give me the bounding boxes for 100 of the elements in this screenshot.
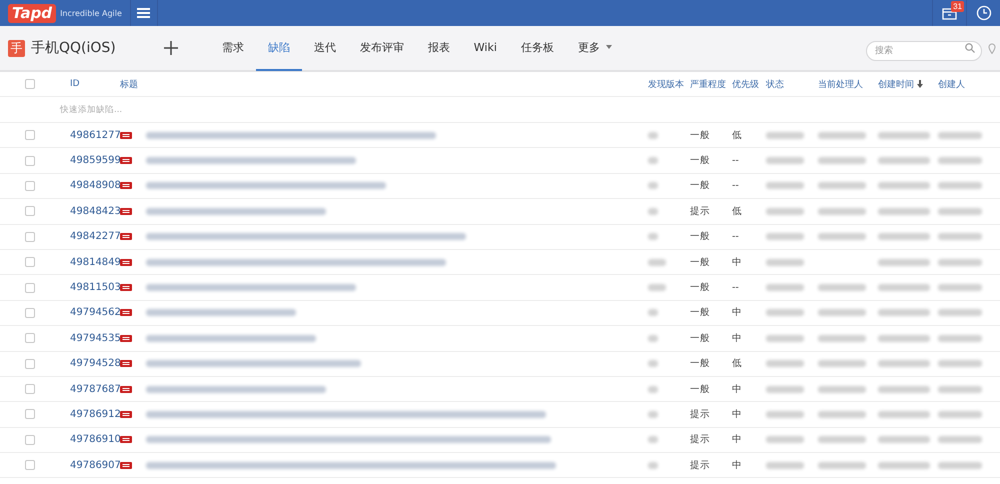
- priority-cell-text: 中: [732, 458, 743, 472]
- nav-tab[interactable]: Wiki: [462, 25, 509, 71]
- severity-cell-text: 一般: [690, 357, 711, 370]
- blurred-creator: [938, 233, 982, 240]
- table-row[interactable]: 49861277 一般 低: [0, 123, 1000, 148]
- blurred-handler: [818, 233, 866, 240]
- row-checkbox[interactable]: [25, 384, 35, 394]
- column-header[interactable]: 发现版本: [648, 78, 690, 90]
- bug-id[interactable]: 49794528: [70, 358, 120, 370]
- blurred-date: [878, 182, 930, 190]
- table-row[interactable]: 49848423 提示 低: [0, 199, 1000, 225]
- row-checkbox[interactable]: [25, 180, 35, 191]
- column-header[interactable]: 严重程度: [690, 78, 732, 90]
- row-checkbox[interactable]: [25, 409, 35, 420]
- bug-id[interactable]: 49848423: [70, 206, 120, 217]
- row-checkbox[interactable]: [25, 460, 35, 470]
- blurred-date: [878, 462, 930, 469]
- column-header[interactable]: ID: [70, 79, 120, 89]
- row-checkbox[interactable]: [25, 308, 35, 318]
- column-header[interactable]: 状态: [766, 78, 818, 90]
- blurred-creator: [938, 208, 982, 215]
- column-header[interactable]: 创建时间: [878, 78, 938, 90]
- priority-cell-text: --: [732, 155, 740, 166]
- blurred-status: [766, 208, 804, 215]
- table-row[interactable]: 49848908 一般 --: [0, 174, 1000, 200]
- blurred-creator: [938, 360, 982, 368]
- row-checkbox[interactable]: [25, 434, 35, 445]
- bug-tag-icon: [120, 410, 132, 418]
- severity-cell-text: 一般: [690, 306, 711, 320]
- menu-icon: [137, 8, 150, 18]
- search-field[interactable]: 搜索: [866, 41, 982, 61]
- select-all-checkbox[interactable]: [25, 79, 35, 89]
- row-checkbox[interactable]: [25, 257, 35, 268]
- nav-tab[interactable]: 更多: [566, 25, 624, 71]
- add-button[interactable]: [162, 39, 180, 57]
- severity-cell-text: 一般: [690, 128, 711, 142]
- table-row[interactable]: 49794535 一般 中: [0, 326, 1000, 352]
- blurred-status: [766, 132, 804, 139]
- table-row[interactable]: 49786912 提示 中: [0, 402, 1000, 428]
- bug-id[interactable]: 49811503: [70, 282, 120, 294]
- column-header[interactable]: 标题: [120, 78, 648, 90]
- blurred-version: [648, 157, 658, 164]
- logo: Tapd: [8, 4, 56, 22]
- bug-tag-icon: [120, 284, 132, 292]
- bug-id[interactable]: 49786907: [70, 460, 120, 471]
- nav-tab[interactable]: 缺陷: [256, 25, 302, 71]
- table-row[interactable]: 49842277 一般 --: [0, 224, 1000, 250]
- bug-tag-icon: [120, 182, 132, 190]
- row-checkbox[interactable]: [25, 232, 35, 242]
- table-row[interactable]: 49786910 提示 中: [0, 428, 1000, 454]
- bug-tag-icon: [120, 334, 132, 342]
- bug-id[interactable]: 49848908: [70, 180, 120, 192]
- severity-cell-text: 一般: [690, 256, 711, 269]
- row-checkbox[interactable]: [25, 358, 35, 369]
- table-row[interactable]: 49811503 一般 --: [0, 275, 1000, 301]
- row-checkbox[interactable]: [25, 282, 35, 293]
- table-row[interactable]: 49794562 一般 中: [0, 300, 1000, 326]
- table-row[interactable]: 49794528 一般 低: [0, 352, 1000, 377]
- blurred-handler: [818, 284, 866, 292]
- row-checkbox[interactable]: [25, 156, 35, 166]
- table-row[interactable]: 49814849 一般 中: [0, 250, 1000, 276]
- column-header[interactable]: 优先级: [732, 78, 766, 90]
- column-header[interactable]: 创建人: [938, 78, 998, 90]
- nav-tab[interactable]: 任务板: [508, 25, 566, 71]
- nav-tab[interactable]: 需求: [210, 25, 256, 71]
- row-checkbox[interactable]: [25, 206, 35, 216]
- nav-tab[interactable]: 发布评审: [348, 25, 416, 71]
- table-row[interactable]: 49859599 一般 --: [0, 148, 1000, 174]
- bug-id[interactable]: 49787687: [70, 384, 120, 395]
- bug-id[interactable]: 49842277: [70, 231, 120, 242]
- nav-tab[interactable]: 迭代: [302, 25, 348, 71]
- nav-tab[interactable]: 报表: [416, 25, 462, 71]
- priority-cell-text: 中: [732, 332, 743, 345]
- bug-id[interactable]: 49861277: [70, 130, 120, 141]
- bug-id[interactable]: 49794535: [70, 332, 120, 344]
- blurred-status: [766, 334, 804, 342]
- blurred-version: [648, 410, 658, 418]
- blurred-date: [878, 436, 930, 444]
- bug-id[interactable]: 49794562: [70, 307, 120, 318]
- blurred-handler: [818, 462, 866, 469]
- blurred-version: [648, 386, 658, 393]
- row-checkbox[interactable]: [25, 333, 35, 344]
- bug-tag-icon: [120, 436, 132, 444]
- blurred-version: [648, 258, 666, 266]
- table-row[interactable]: 49786907 提示 中: [0, 453, 1000, 478]
- priority-cell-text: 低: [732, 357, 743, 370]
- bug-id[interactable]: 49814849: [70, 256, 120, 268]
- bug-id[interactable]: 49786910: [70, 434, 120, 446]
- blurred-creator: [938, 436, 982, 444]
- severity-cell-text: 一般: [690, 382, 711, 396]
- column-header[interactable]: 当前处理人: [818, 78, 878, 90]
- bug-id[interactable]: 49786912: [70, 408, 120, 420]
- location-pin-icon: [988, 42, 996, 54]
- blurred-status: [766, 386, 804, 393]
- bug-id[interactable]: 49859599: [70, 155, 120, 166]
- table-row[interactable]: 49787687 一般 中: [0, 376, 1000, 402]
- row-checkbox[interactable]: [25, 130, 35, 140]
- project-name: 手机QQ(iOS): [31, 39, 116, 57]
- blurred-status: [766, 360, 804, 368]
- clock-icon: [976, 5, 992, 21]
